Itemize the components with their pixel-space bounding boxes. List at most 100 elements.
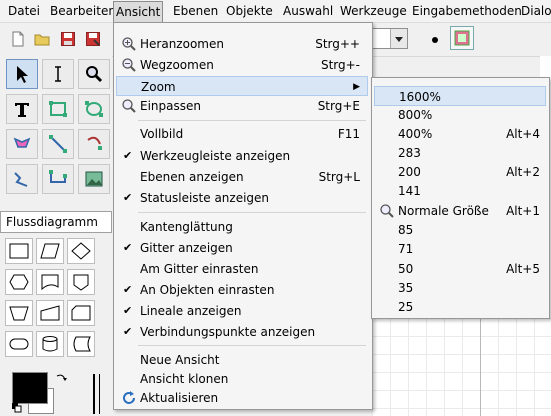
menu-show-grid[interactable]: ✔ Gitter anzeigen — [116, 238, 368, 258]
menu-auswahl[interactable]: Auswahl — [281, 3, 335, 20]
zoom-item-85[interactable]: 85 — [374, 220, 546, 240]
zoom-item-25[interactable]: 25 — [374, 297, 546, 317]
menu-ebenen[interactable]: Ebenen — [171, 3, 220, 20]
menu-fullscreen[interactable]: Vollbild F11 — [116, 124, 368, 144]
menu-antialias[interactable]: Kantenglättung — [116, 217, 368, 237]
menu-eingabemethoden[interactable]: Eingabemethoden — [410, 3, 524, 20]
diagram-canvas[interactable] — [372, 318, 551, 416]
menu-refresh[interactable]: Aktualisieren — [116, 388, 368, 408]
zoom-item-normal[interactable]: Normale Größe Alt+1 — [374, 201, 546, 221]
zigzag-tool[interactable] — [6, 164, 38, 194]
ansicht-menu: Heranzoomen Strg++ Wegzoomen Strg+- Zoom… — [113, 22, 373, 410]
menu-zoom-out[interactable]: Wegzoomen Strg+- — [116, 55, 368, 75]
menu-separator — [138, 120, 366, 121]
menu-snap-objects[interactable]: ✔ An Objekten einrasten — [116, 280, 368, 300]
magnifier-minus-icon — [121, 57, 137, 73]
chevron-down-icon[interactable] — [390, 29, 407, 48]
menu-show-connpoints[interactable]: ✔ Verbindungspunkte anzeigen — [116, 322, 368, 342]
open-folder-icon[interactable] — [34, 31, 50, 47]
check-icon: ✔ — [123, 191, 133, 204]
text-edit-tool[interactable] — [42, 59, 74, 89]
image-tool[interactable] — [78, 164, 110, 194]
snap-to-grid-icon[interactable] — [450, 26, 474, 50]
new-document-icon[interactable] — [10, 31, 26, 47]
menu-zoom-in[interactable]: Heranzoomen Strg++ — [116, 34, 368, 54]
zoom-item-141[interactable]: 141 — [374, 181, 546, 201]
show-statusbar-label: Statusleiste anzeigen — [140, 191, 270, 205]
polygon-tool[interactable] — [6, 129, 38, 159]
menu-new-view[interactable]: Neue Ansicht — [116, 350, 368, 370]
menu-show-toolbar[interactable]: ✔ Werkzeugleiste anzeigen — [116, 146, 368, 166]
zoom-in-shortcut: Strg++ — [315, 37, 360, 51]
shape-card[interactable] — [67, 300, 95, 326]
shape-offpage[interactable] — [67, 269, 95, 295]
fullscreen-label: Vollbild — [140, 127, 184, 141]
save-as-icon[interactable] — [85, 31, 101, 47]
zoom-item-1600[interactable]: 1600% — [374, 86, 546, 106]
text-t-icon — [15, 103, 29, 117]
zoom-item-label: 35 — [398, 281, 414, 295]
zoom-item-50[interactable]: 50 Alt+5 — [374, 259, 546, 279]
show-connpoints-label: Verbindungspunkte anzeigen — [140, 325, 316, 339]
shape-data[interactable] — [36, 238, 64, 264]
menu-dialoge[interactable]: Dialo — [519, 3, 551, 20]
line-width-indicator-2 — [99, 374, 100, 414]
menu-datei[interactable]: Datei — [6, 3, 42, 20]
shape-process[interactable] — [5, 238, 33, 264]
show-toolbar-label: Werkzeugleiste anzeigen — [140, 149, 291, 163]
menu-snap-grid[interactable]: Am Gitter einrasten — [116, 259, 368, 279]
text-tool[interactable] — [6, 94, 38, 124]
default-colors-icon[interactable] — [12, 402, 22, 413]
zoom-item-35[interactable]: 35 — [374, 278, 546, 298]
menu-fit[interactable]: Einpassen Strg+E — [116, 96, 368, 116]
polyline-tool[interactable] — [42, 164, 74, 194]
menu-show-layers[interactable]: Ebenen anzeigen Strg+L — [116, 167, 368, 187]
new-view-label: Neue Ansicht — [140, 353, 220, 367]
antialias-label: Kantenglättung — [140, 220, 233, 234]
zoom-item-shortcut: Alt+4 — [506, 127, 540, 141]
pointer-tool[interactable] — [6, 59, 38, 89]
menu-separator — [138, 345, 366, 346]
shape-document[interactable] — [36, 269, 64, 295]
show-layers-shortcut: Strg+L — [318, 170, 360, 184]
line-tool[interactable] — [42, 129, 74, 159]
menu-ansicht[interactable]: Ansicht — [113, 1, 164, 22]
box-tool[interactable] — [42, 94, 74, 124]
shape-terminal[interactable] — [5, 331, 33, 357]
zoom-item-71[interactable]: 71 — [374, 239, 546, 259]
menu-clone-view[interactable]: Ansicht klonen — [116, 369, 368, 389]
box-icon — [49, 101, 67, 117]
zoom-out-label: Wegzoomen — [140, 58, 214, 72]
sheet-select[interactable]: Flussdiagramm — [0, 211, 112, 233]
shape-preparation[interactable] — [5, 269, 33, 295]
menu-objekte[interactable]: Objekte — [224, 3, 275, 20]
shape-database[interactable] — [36, 331, 64, 357]
arc-tool[interactable] — [78, 129, 110, 159]
zoom-item-200[interactable]: 200 Alt+2 — [374, 162, 546, 182]
swap-colors-icon[interactable] — [55, 372, 67, 384]
magnifier-icon — [86, 66, 103, 83]
shape-manual-op[interactable] — [5, 300, 33, 326]
menu-show-rulers[interactable]: ✔ Lineale anzeigen — [116, 301, 368, 321]
shape-decision[interactable] — [67, 238, 95, 264]
zoom-item-400[interactable]: 400% Alt+4 — [374, 124, 546, 144]
magnify-tool[interactable] — [78, 59, 110, 89]
save-icon[interactable] — [60, 31, 76, 47]
zoom-item-800[interactable]: 800% — [374, 105, 546, 125]
menu-show-statusbar[interactable]: ✔ Statusleiste anzeigen — [116, 188, 368, 208]
zoom-combo[interactable] — [372, 28, 408, 49]
shape-palette — [0, 234, 112, 364]
menu-werkzeuge[interactable]: Werkzeuge — [338, 3, 409, 20]
ellipse-tool[interactable] — [78, 94, 110, 124]
menu-zoom[interactable]: Zoom ▶ — [116, 76, 368, 96]
foreground-color[interactable] — [12, 372, 48, 404]
ellipse-icon — [85, 101, 103, 117]
clone-view-label: Ansicht klonen — [140, 372, 229, 386]
polygon-icon — [13, 137, 31, 148]
zoom-item-283[interactable]: 283 — [374, 143, 546, 163]
shape-manual-input[interactable] — [36, 300, 64, 326]
shape-stored-data[interactable] — [67, 331, 95, 357]
menu-bearbeiten[interactable]: Bearbeiten — [48, 3, 118, 20]
line-style-dot-icon[interactable] — [432, 37, 438, 43]
check-icon: ✔ — [123, 241, 133, 254]
